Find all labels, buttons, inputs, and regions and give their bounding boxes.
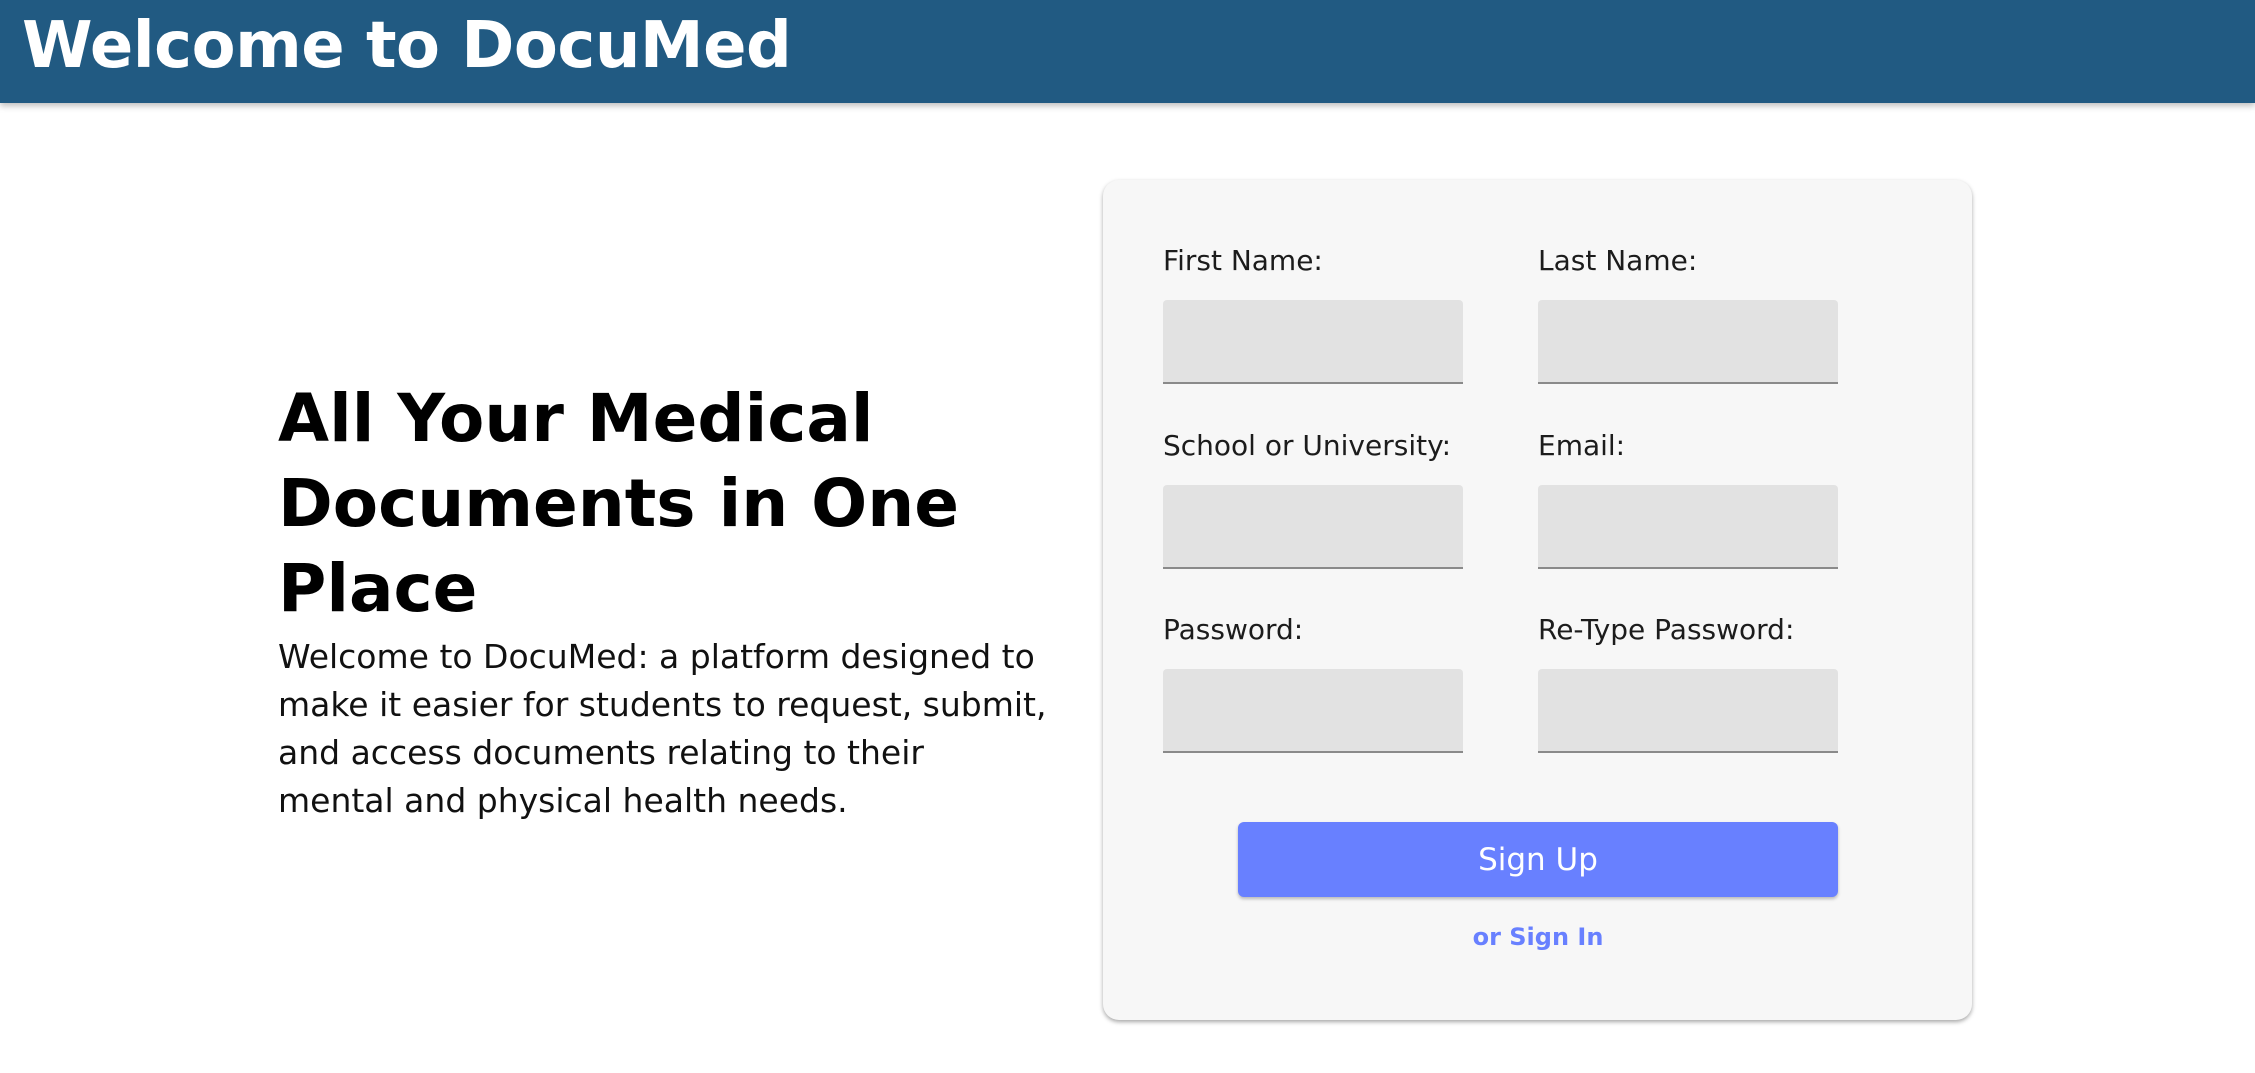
email-input[interactable] <box>1538 485 1838 569</box>
sign-in-link[interactable]: or Sign In <box>1238 923 1838 951</box>
app-title: Welcome to DocuMed <box>22 9 792 83</box>
first-name-input[interactable] <box>1163 300 1463 384</box>
first-name-field: First Name: <box>1163 244 1463 384</box>
retype-password-field: Re-Type Password: <box>1538 613 1838 753</box>
password-field: Password: <box>1163 613 1463 753</box>
last-name-field: Last Name: <box>1538 244 1838 384</box>
school-label: School or University: <box>1163 429 1452 462</box>
school-field: School or University: <box>1163 429 1463 569</box>
password-label: Password: <box>1163 613 1304 646</box>
hero-title: All Your Medical Documents in One Place <box>278 380 960 627</box>
email-label: Email: <box>1538 429 1626 462</box>
last-name-label: Last Name: <box>1538 244 1698 277</box>
signup-form-card: First Name: Last Name: School or Univers… <box>1103 180 1972 1020</box>
hero-description: Welcome to DocuMed: a platform designed … <box>278 637 1047 820</box>
password-input[interactable] <box>1163 669 1463 753</box>
last-name-input[interactable] <box>1538 300 1838 384</box>
school-input[interactable] <box>1163 485 1463 569</box>
first-name-label: First Name: <box>1163 244 1323 277</box>
sign-up-button[interactable]: Sign Up <box>1238 822 1838 897</box>
email-field: Email: <box>1538 429 1838 569</box>
top-header-bar: Welcome to DocuMed <box>0 0 2255 103</box>
retype-password-label: Re-Type Password: <box>1538 613 1795 646</box>
hero-section: All Your Medical Documents in One Place … <box>278 376 1046 825</box>
retype-password-input[interactable] <box>1538 669 1838 753</box>
